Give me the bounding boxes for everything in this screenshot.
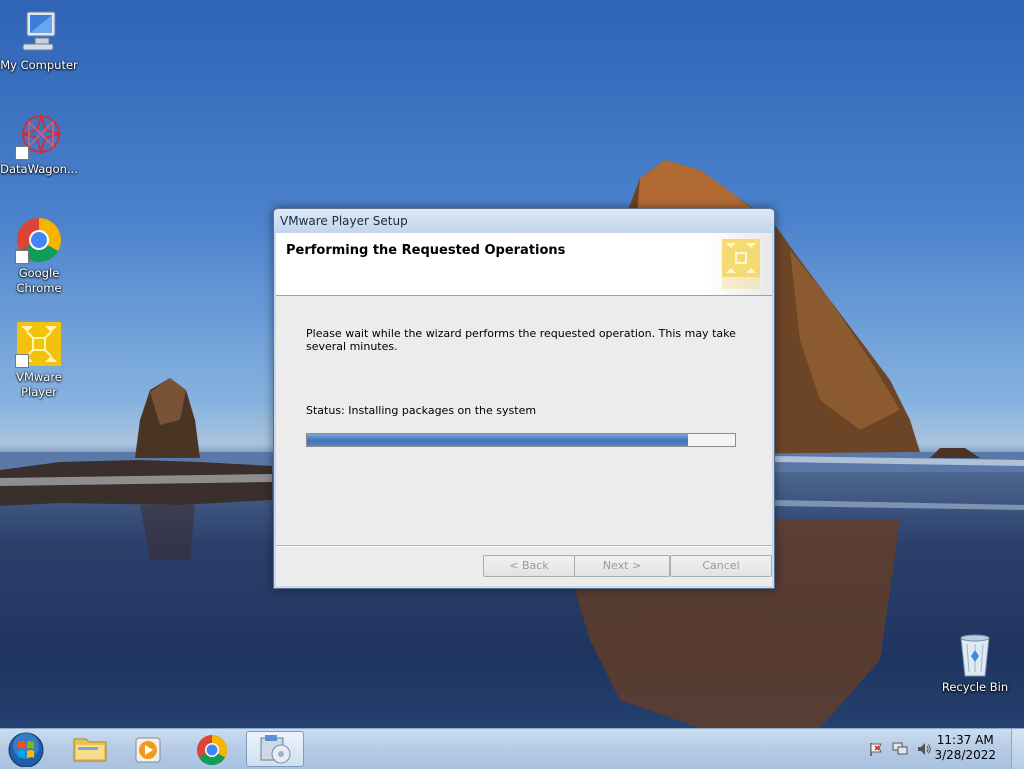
setup-dialog: VMware Player Setup Performing the Reque… — [273, 208, 775, 589]
shortcut-arrow-icon — [15, 354, 29, 368]
show-desktop-button[interactable] — [1011, 729, 1024, 769]
desktop-icon-datawagon[interactable]: DataWagon... — [0, 112, 78, 177]
desktop-icon-label: My Computer — [0, 58, 78, 72]
action-center-flag-icon[interactable] — [868, 741, 884, 757]
shortcut-arrow-icon — [15, 250, 29, 264]
clock-date: 3/28/2022 — [934, 748, 996, 762]
vmware-icon — [15, 320, 63, 368]
taskbar-explorer[interactable] — [62, 731, 118, 767]
taskbar: 11:37 AM 3/28/2022 — [0, 728, 1024, 769]
dialog-heading: Performing the Requested Operations — [286, 243, 566, 258]
desktop-icon-label: VMware Player — [16, 370, 62, 399]
desktop-icon-label: DataWagon... — [0, 162, 78, 176]
folder-icon — [73, 738, 107, 762]
dialog-content: Performing the Requested Operations Plea… — [276, 233, 772, 586]
shortcut-arrow-icon — [15, 146, 29, 160]
next-button[interactable]: Next > — [574, 555, 670, 577]
vmware-logo-icon — [706, 233, 772, 295]
taskbar-chrome[interactable] — [184, 731, 240, 767]
dialog-title: VMware Player Setup — [280, 214, 408, 228]
computer-icon — [15, 8, 63, 56]
dialog-body-text: Please wait while the wizard performs th… — [306, 327, 736, 353]
desktop-icon-label: Recycle Bin — [941, 680, 1009, 694]
installer-icon — [260, 735, 291, 764]
start-button[interactable] — [0, 731, 52, 768]
dialog-separator — [276, 545, 772, 547]
desktop-icon-vmware-player[interactable]: VMware Player — [0, 320, 78, 400]
desktop-icon-google-chrome[interactable]: Google Chrome — [0, 216, 78, 296]
media-player-icon — [135, 737, 161, 763]
datawagon-icon — [15, 112, 63, 160]
progress-fill — [307, 434, 688, 446]
volume-icon[interactable] — [916, 741, 932, 757]
desktop-icon-my-computer[interactable]: My Computer — [0, 8, 78, 73]
recycle-bin-icon — [951, 630, 999, 678]
back-button[interactable]: < Back — [483, 555, 575, 577]
dialog-header-banner: Performing the Requested Operations — [276, 233, 772, 296]
system-clock[interactable]: 11:37 AM 3/28/2022 — [934, 733, 996, 763]
taskbar-media-player[interactable] — [122, 731, 178, 767]
chrome-icon — [197, 735, 228, 766]
desktop-icon-recycle-bin[interactable]: Recycle Bin — [936, 630, 1014, 695]
install-progress-bar — [306, 433, 736, 447]
windows-start-icon — [8, 732, 44, 768]
status-text: Status: Installing packages on the syste… — [306, 404, 537, 417]
desktop-icon-label: Google Chrome — [16, 266, 62, 295]
dialog-titlebar[interactable]: VMware Player Setup — [274, 209, 774, 233]
cancel-button[interactable]: Cancel — [670, 555, 772, 577]
taskbar-vmware-setup[interactable] — [246, 731, 304, 767]
clock-time: 11:37 AM — [936, 733, 994, 747]
chrome-icon — [15, 216, 63, 264]
network-icon[interactable] — [892, 741, 908, 757]
